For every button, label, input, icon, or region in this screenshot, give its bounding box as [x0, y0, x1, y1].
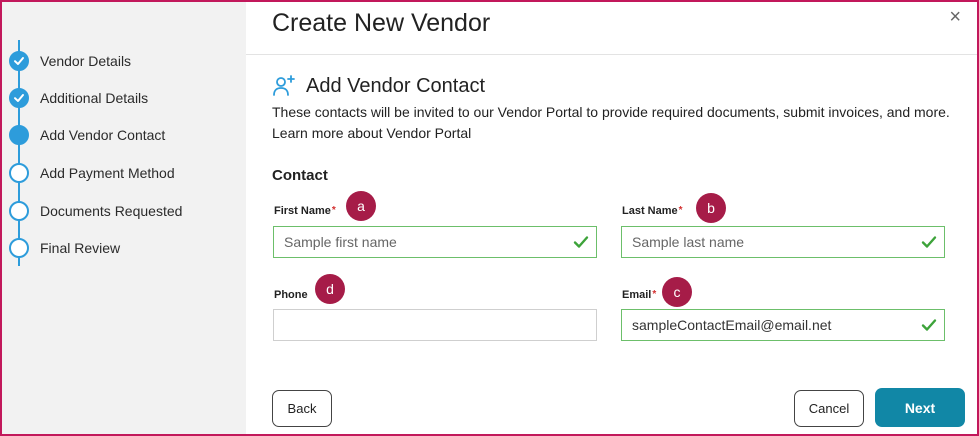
close-icon[interactable]: × — [949, 6, 961, 29]
stepper-line — [18, 40, 20, 266]
empty-circle-icon — [9, 201, 29, 221]
step-add-vendor-contact[interactable]: Add Vendor Contact — [9, 124, 165, 146]
email-label: Email* — [622, 289, 656, 301]
cancel-button[interactable]: Cancel — [794, 390, 864, 427]
valid-check-icon — [573, 236, 589, 248]
step-documents-requested[interactable]: Documents Requested — [9, 200, 182, 222]
email-input[interactable] — [621, 309, 945, 341]
first-name-input[interactable] — [273, 226, 597, 258]
last-name-input[interactable] — [621, 226, 945, 258]
first-name-label: First Name* — [274, 205, 336, 217]
last-name-label-text: Last Name — [622, 205, 678, 217]
callout-badge-c: c — [662, 277, 692, 307]
section-header: Add Vendor Contact — [272, 74, 485, 98]
last-name-label: Last Name* — [622, 205, 683, 217]
required-mark: * — [678, 205, 683, 216]
email-label-text: Email — [622, 289, 652, 301]
add-user-icon — [273, 75, 295, 96]
valid-check-icon — [921, 236, 937, 248]
vendor-portal-link[interactable]: Learn more about Vendor Portal — [272, 123, 962, 144]
empty-circle-icon — [9, 163, 29, 183]
section-title: Add Vendor Contact — [306, 74, 486, 97]
page-title: Create New Vendor — [272, 9, 491, 37]
vendor-dialog-frame: Vendor Details Additional Details Add Ve… — [0, 0, 979, 436]
phone-label-text: Phone — [274, 289, 308, 301]
callout-badge-a: a — [346, 191, 376, 221]
description-text: These contacts will be invited to our Ve… — [272, 104, 950, 120]
main-panel: Create New Vendor × Add Vendor Contact T… — [246, 2, 977, 434]
step-vendor-details[interactable]: Vendor Details — [9, 50, 131, 72]
step-final-review[interactable]: Final Review — [9, 237, 120, 259]
step-label: Documents Requested — [40, 203, 183, 219]
required-mark: * — [331, 205, 336, 216]
first-name-label-text: First Name — [274, 205, 331, 217]
step-add-payment-method[interactable]: Add Payment Method — [9, 162, 175, 184]
stepper-sidebar: Vendor Details Additional Details Add Ve… — [2, 2, 246, 434]
header-divider — [246, 54, 977, 55]
step-label: Vendor Details — [40, 53, 132, 69]
phone-input[interactable] — [273, 309, 597, 341]
check-circle-icon — [9, 51, 29, 71]
callout-badge-d: d — [315, 274, 345, 304]
valid-check-icon — [921, 319, 937, 331]
step-label: Additional Details — [40, 90, 149, 106]
contact-heading: Contact — [272, 167, 328, 184]
current-step-circle-icon — [9, 125, 29, 145]
step-label: Final Review — [40, 240, 121, 256]
back-button[interactable]: Back — [272, 390, 332, 427]
step-label: Add Vendor Contact — [40, 127, 166, 143]
phone-label: Phone — [274, 289, 308, 301]
callout-badge-b: b — [696, 193, 726, 223]
required-mark: * — [652, 289, 657, 300]
check-circle-icon — [9, 88, 29, 108]
step-additional-details[interactable]: Additional Details — [9, 87, 148, 109]
step-label: Add Payment Method — [40, 165, 175, 181]
empty-circle-icon — [9, 238, 29, 258]
next-button[interactable]: Next — [875, 388, 965, 427]
section-description: These contacts will be invited to our Ve… — [272, 102, 962, 144]
